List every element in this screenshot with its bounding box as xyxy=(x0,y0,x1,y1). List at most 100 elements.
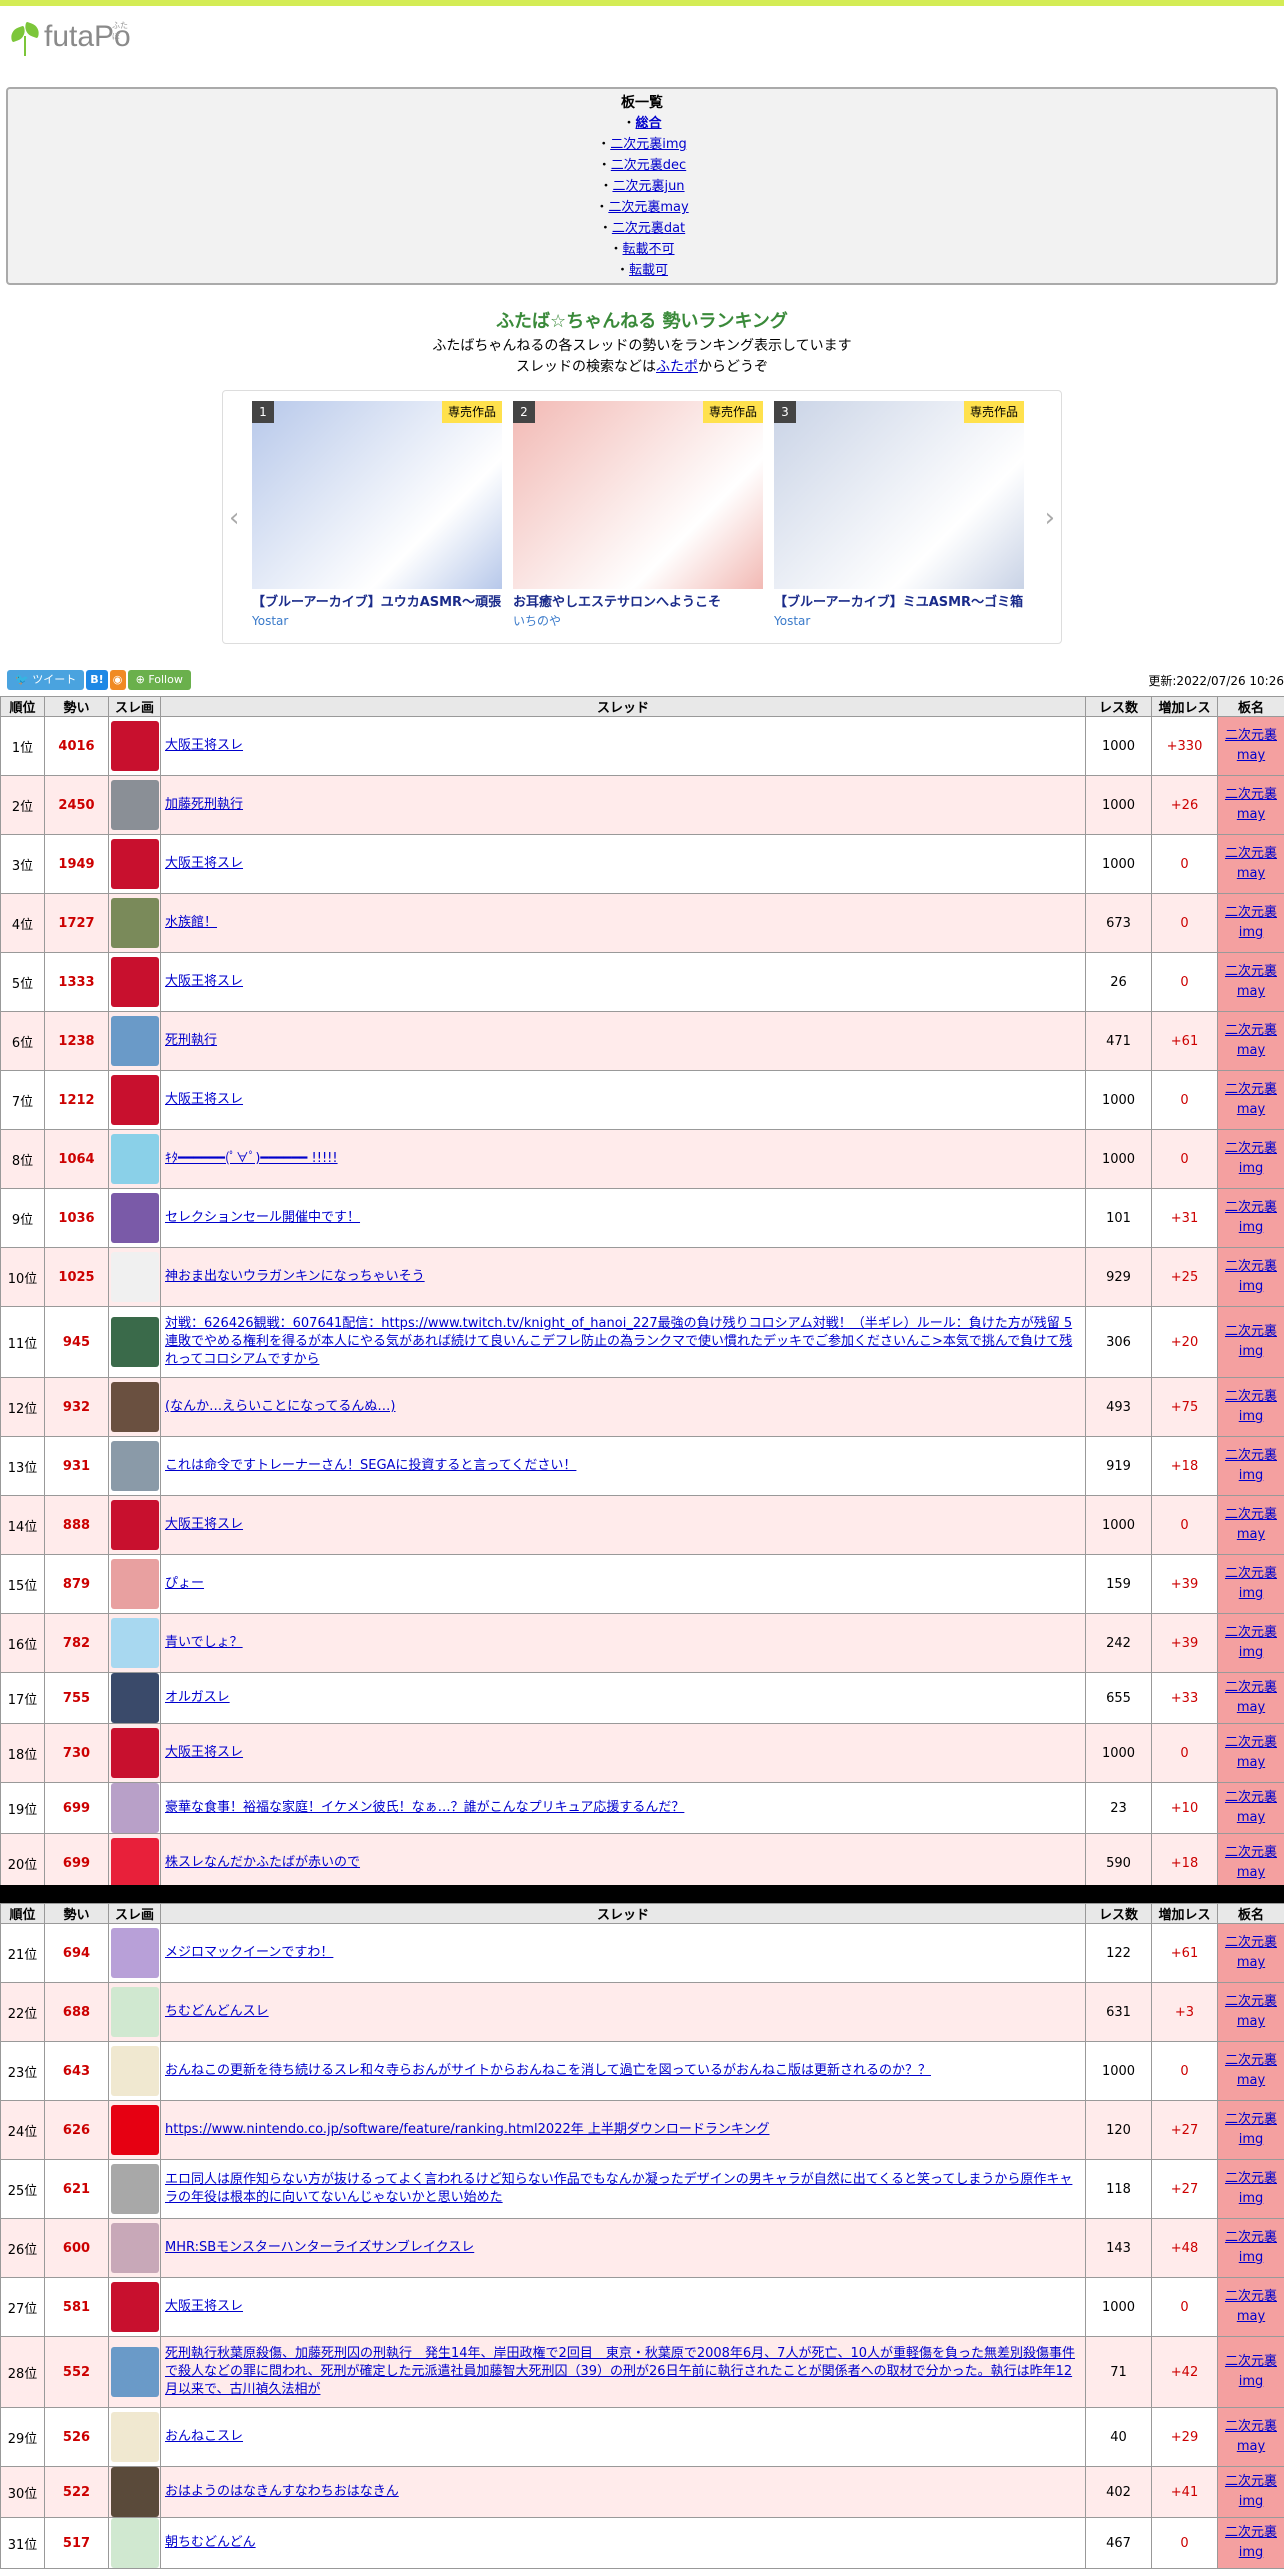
thread-thumbnail[interactable] xyxy=(111,1252,159,1302)
thumbnail-cell[interactable] xyxy=(109,2408,161,2467)
board-link[interactable]: 総合 xyxy=(636,116,662,131)
rss-icon[interactable]: ◉ xyxy=(110,670,126,690)
thread-thumbnail[interactable] xyxy=(111,2046,159,2096)
tweet-button[interactable]: 🐦 ツイート xyxy=(7,670,84,690)
thread-link[interactable]: メジロマックイーンですわ！ xyxy=(165,1945,333,1960)
thumbnail-cell[interactable] xyxy=(109,2467,161,2518)
board-name-link[interactable]: 二次元裏img xyxy=(1225,905,1277,940)
board-link[interactable]: 二次元裏may xyxy=(608,200,688,215)
thumbnail-cell[interactable] xyxy=(109,1378,161,1437)
board-name-link[interactable]: 二次元裏img xyxy=(1225,2474,1277,2509)
thread-link[interactable]: MHR:SBモンスターハンターライズサンブレイクスレ xyxy=(165,2240,474,2255)
carousel-prev-button[interactable]: ‹ xyxy=(229,503,239,533)
thumbnail-cell[interactable] xyxy=(109,776,161,835)
board-name-link[interactable]: 二次元裏may xyxy=(1225,1680,1277,1715)
thread-thumbnail[interactable] xyxy=(111,1559,159,1609)
thread-thumbnail[interactable] xyxy=(111,1783,159,1833)
thread-thumbnail[interactable] xyxy=(111,721,159,771)
thumbnail-cell[interactable] xyxy=(109,2160,161,2219)
thumbnail-cell[interactable] xyxy=(109,1983,161,2042)
thread-link[interactable]: おんねこスレ xyxy=(165,2429,243,2444)
thumbnail-cell[interactable] xyxy=(109,1437,161,1496)
board-name-link[interactable]: 二次元裏img xyxy=(1225,2230,1277,2265)
product-maker[interactable]: いちのや xyxy=(513,613,763,629)
thread-link[interactable]: 死刑執行 xyxy=(165,1033,217,1048)
thumbnail-cell[interactable] xyxy=(109,2101,161,2160)
thread-thumbnail[interactable] xyxy=(111,1673,159,1723)
thread-link[interactable]: セレクションセール開催中です！ xyxy=(165,1210,360,1225)
board-link[interactable]: 転載不可 xyxy=(623,242,675,257)
thread-thumbnail[interactable] xyxy=(111,1134,159,1184)
thread-link[interactable]: エロ同人は原作知らない方が抜けるってよく言われるけど知らない作品でもなんか凝った… xyxy=(165,2172,1072,2205)
thread-thumbnail[interactable] xyxy=(111,2347,159,2397)
thumbnail-cell[interactable] xyxy=(109,1189,161,1248)
thumbnail-cell[interactable] xyxy=(109,1673,161,1724)
board-link[interactable]: 二次元裏img xyxy=(610,137,687,152)
thumbnail-cell[interactable] xyxy=(109,1834,161,1893)
thread-thumbnail[interactable] xyxy=(111,2412,159,2462)
thread-thumbnail[interactable] xyxy=(111,2223,159,2273)
thumbnail-cell[interactable] xyxy=(109,1130,161,1189)
thread-thumbnail[interactable] xyxy=(111,1500,159,1550)
thread-link[interactable]: 豪華な食事！裕福な家庭！イケメン彼氏！なぁ…？誰がこんなプリキュア応援するんだ？ xyxy=(165,1800,684,1815)
thread-link[interactable]: 大阪王将スレ xyxy=(165,1092,243,1107)
thumbnail-cell[interactable] xyxy=(109,2518,161,2569)
thumbnail-cell[interactable] xyxy=(109,1924,161,1983)
site-logo[interactable]: futaPo ふたぽ xyxy=(8,20,131,54)
board-name-link[interactable]: 二次元裏may xyxy=(1225,846,1277,881)
thread-link[interactable]: 大阪王将スレ xyxy=(165,738,243,753)
board-link[interactable]: 二次元裏jun xyxy=(612,179,684,194)
thread-link[interactable]: 株スレなんだかふたばが赤いので xyxy=(165,1855,360,1870)
product-title[interactable]: 【ブルーアーカイブ】ユウカASMR～頑張 xyxy=(252,593,502,613)
product-title[interactable]: 【ブルーアーカイブ】ミユASMR～ゴミ箱 xyxy=(774,593,1024,613)
carousel-card[interactable]: 2専売作品お耳癒やしエステサロンへようこそいちのや xyxy=(513,401,763,629)
thumbnail-cell[interactable] xyxy=(109,1248,161,1307)
thread-link[interactable]: ちむどんどんスレ xyxy=(165,2004,269,2019)
board-name-link[interactable]: 二次元裏may xyxy=(1225,1935,1277,1970)
thread-link[interactable]: 大阪王将スレ xyxy=(165,1517,243,1532)
board-name-link[interactable]: 二次元裏may xyxy=(1225,1845,1277,1880)
futapo-link[interactable]: ふたポ xyxy=(656,359,698,375)
board-name-link[interactable]: 二次元裏img xyxy=(1225,1141,1277,1176)
thread-thumbnail[interactable] xyxy=(111,1317,159,1367)
thumbnail-cell[interactable] xyxy=(109,1012,161,1071)
product-image[interactable]: 3専売作品 xyxy=(774,401,1024,589)
board-name-link[interactable]: 二次元裏img xyxy=(1225,1566,1277,1601)
thread-link[interactable]: おんねこの更新を待ち続けるスレ和々寺らおんがサイトからおんねこを消して過亡を図っ… xyxy=(165,2063,931,2078)
board-name-link[interactable]: 二次元裏img xyxy=(1225,1389,1277,1424)
board-link[interactable]: 二次元裏dat xyxy=(612,221,685,236)
product-title[interactable]: お耳癒やしエステサロンへようこそ xyxy=(513,593,763,613)
board-name-link[interactable]: 二次元裏img xyxy=(1225,1200,1277,1235)
thumbnail-cell[interactable] xyxy=(109,894,161,953)
feedly-follow-button[interactable]: ⊕ Follow xyxy=(128,670,191,690)
carousel-card[interactable]: 1専売作品【ブルーアーカイブ】ユウカASMR～頑張Yostar xyxy=(252,401,502,629)
thread-link[interactable]: ｷﾀ━━━━━━(ﾟ∀ﾟ)━━━━━━ !!!!! xyxy=(165,1151,338,1166)
thread-thumbnail[interactable] xyxy=(111,1016,159,1066)
thumbnail-cell[interactable] xyxy=(109,1307,161,1378)
board-name-link[interactable]: 二次元裏may xyxy=(1225,787,1277,822)
thumbnail-cell[interactable] xyxy=(109,835,161,894)
thread-link[interactable]: 朝ちむどんどん xyxy=(165,2535,256,2550)
thread-link[interactable]: 神おま出ないウラガンキンになっちゃいそう xyxy=(165,1269,425,1284)
board-name-link[interactable]: 二次元裏may xyxy=(1225,1082,1277,1117)
board-link[interactable]: 二次元 xyxy=(629,284,668,285)
carousel-next-button[interactable]: › xyxy=(1045,503,1055,533)
thread-thumbnail[interactable] xyxy=(111,898,159,948)
board-link[interactable]: 転載可 xyxy=(629,263,668,278)
board-name-link[interactable]: 二次元裏img xyxy=(1225,1324,1277,1359)
board-name-link[interactable]: 二次元裏may xyxy=(1225,1994,1277,2029)
thread-link[interactable]: 大阪王将スレ xyxy=(165,974,243,989)
thread-link[interactable]: ぴょー xyxy=(165,1576,204,1591)
thread-link[interactable]: 対戦：626426観戦：607641配信：https://www.twitch.… xyxy=(165,1316,1072,1367)
board-name-link[interactable]: 二次元裏img xyxy=(1225,2525,1277,2560)
thread-thumbnail[interactable] xyxy=(111,2105,159,2155)
thread-link[interactable]: 大阪王将スレ xyxy=(165,856,243,871)
thread-thumbnail[interactable] xyxy=(111,1382,159,1432)
thread-link[interactable]: 水族館！ xyxy=(165,915,217,930)
carousel-card[interactable]: 3専売作品【ブルーアーカイブ】ミユASMR～ゴミ箱Yostar xyxy=(774,401,1024,629)
board-name-link[interactable]: 二次元裏may xyxy=(1225,1507,1277,1542)
thread-thumbnail[interactable] xyxy=(111,1618,159,1668)
product-image[interactable]: 2専売作品 xyxy=(513,401,763,589)
thread-thumbnail[interactable] xyxy=(111,2467,159,2517)
thumbnail-cell[interactable] xyxy=(109,1496,161,1555)
